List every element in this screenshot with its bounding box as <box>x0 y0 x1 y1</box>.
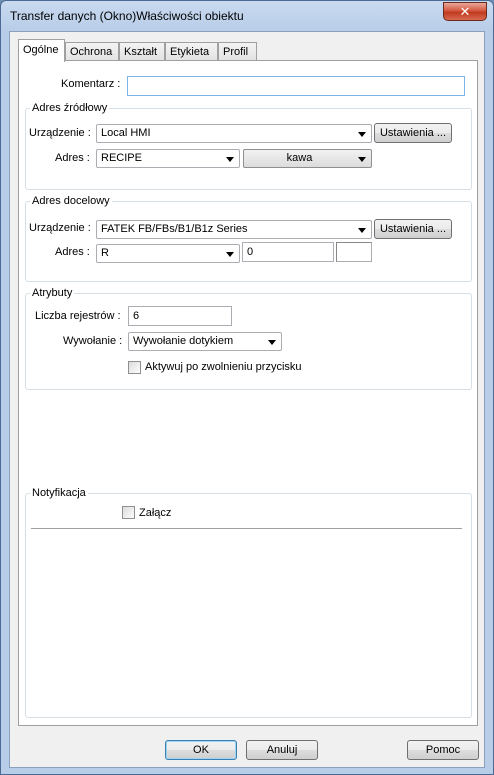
tab-profile[interactable]: Profil <box>218 42 257 61</box>
comment-label: Komentarz : <box>61 78 121 90</box>
ok-button[interactable]: OK <box>165 740 237 760</box>
activate-on-release-label: Aktywuj po zwolnieniu przycisku <box>145 361 302 373</box>
chevron-down-icon <box>226 252 234 257</box>
dialog-window: Transfer danych (Okno)Właściwości obiekt… <box>0 0 494 775</box>
target-address-label: Adres : <box>55 246 90 258</box>
source-device-select[interactable]: Local HMI <box>96 124 372 143</box>
target-device-value: FATEK FB/FBs/B1/B1z Series <box>101 223 248 235</box>
register-count-label: Liczba rejestrów : <box>35 310 121 322</box>
chevron-down-icon <box>358 132 366 137</box>
notification-enable-checkbox[interactable] <box>122 506 135 519</box>
source-address-sub-select[interactable]: kawa <box>243 149 372 168</box>
source-address-label: Adres : <box>55 152 90 164</box>
chevron-down-icon <box>226 157 234 162</box>
target-device-select[interactable]: FATEK FB/FBs/B1/B1z Series <box>96 220 372 239</box>
dialog-client-area: Ogólne Ochrona Kształt Etykieta Profil K… <box>9 31 485 768</box>
source-settings-button[interactable]: Ustawienia ... <box>374 123 452 143</box>
target-settings-button[interactable]: Ustawienia ... <box>374 219 452 239</box>
source-address-value: RECIPE <box>101 152 142 164</box>
tab-panel-general: Komentarz : Adres źródłowy Urządzenie : … <box>18 60 478 726</box>
source-device-label: Urządzenie : <box>29 127 91 139</box>
target-address-group: Adres docelowy Urządzenie : FATEK FB/FBs… <box>25 195 472 282</box>
notification-divider <box>31 528 462 529</box>
tab-shape[interactable]: Kształt <box>119 42 165 61</box>
window-title: Transfer danych (Okno)Właściwości obiekt… <box>10 9 244 23</box>
chevron-down-icon <box>268 340 276 345</box>
source-address-group: Adres źródłowy Urządzenie : Local HMI Us… <box>25 102 472 190</box>
close-icon: ✕ <box>459 3 471 19</box>
source-device-value: Local HMI <box>101 127 151 139</box>
notification-group: Notyfikacja Załącz <box>25 487 472 718</box>
trigger-label: Wywołanie : <box>63 335 123 347</box>
target-device-label: Urządzenie : <box>29 222 91 234</box>
close-button[interactable]: ✕ <box>443 2 487 21</box>
trigger-select[interactable]: Wywołanie dotykiem <box>128 332 282 351</box>
source-address-title: Adres źródłowy <box>30 102 110 114</box>
target-address-select[interactable]: R <box>96 244 240 263</box>
tab-protection[interactable]: Ochrona <box>65 42 119 61</box>
activate-on-release-checkbox[interactable] <box>128 361 141 374</box>
source-address-sub-value: kawa <box>286 152 313 164</box>
attributes-title: Atrybuty <box>30 287 75 299</box>
target-address-title: Adres docelowy <box>30 195 112 207</box>
target-address-extra-input[interactable] <box>336 242 372 262</box>
notification-enable-label: Załącz <box>139 507 172 519</box>
source-address-select[interactable]: RECIPE <box>96 149 240 168</box>
notification-title: Notyfikacja <box>30 487 88 499</box>
trigger-value: Wywołanie dotykiem <box>133 335 234 347</box>
target-address-number-input[interactable]: 0 <box>242 242 334 262</box>
chevron-down-icon <box>358 157 366 162</box>
tab-label[interactable]: Etykieta <box>165 42 218 61</box>
chevron-down-icon <box>358 228 366 233</box>
comment-input[interactable] <box>127 76 465 96</box>
title-bar[interactable]: Transfer danych (Okno)Właściwości obiekt… <box>1 1 493 31</box>
register-count-input[interactable]: 6 <box>128 306 232 326</box>
cancel-button[interactable]: Anuluj <box>246 740 318 760</box>
target-address-value: R <box>101 247 109 259</box>
help-button[interactable]: Pomoc <box>407 740 479 760</box>
attributes-group: Atrybuty Liczba rejestrów : 6 Wywołanie … <box>25 287 472 390</box>
tab-general[interactable]: Ogólne <box>18 39 65 62</box>
